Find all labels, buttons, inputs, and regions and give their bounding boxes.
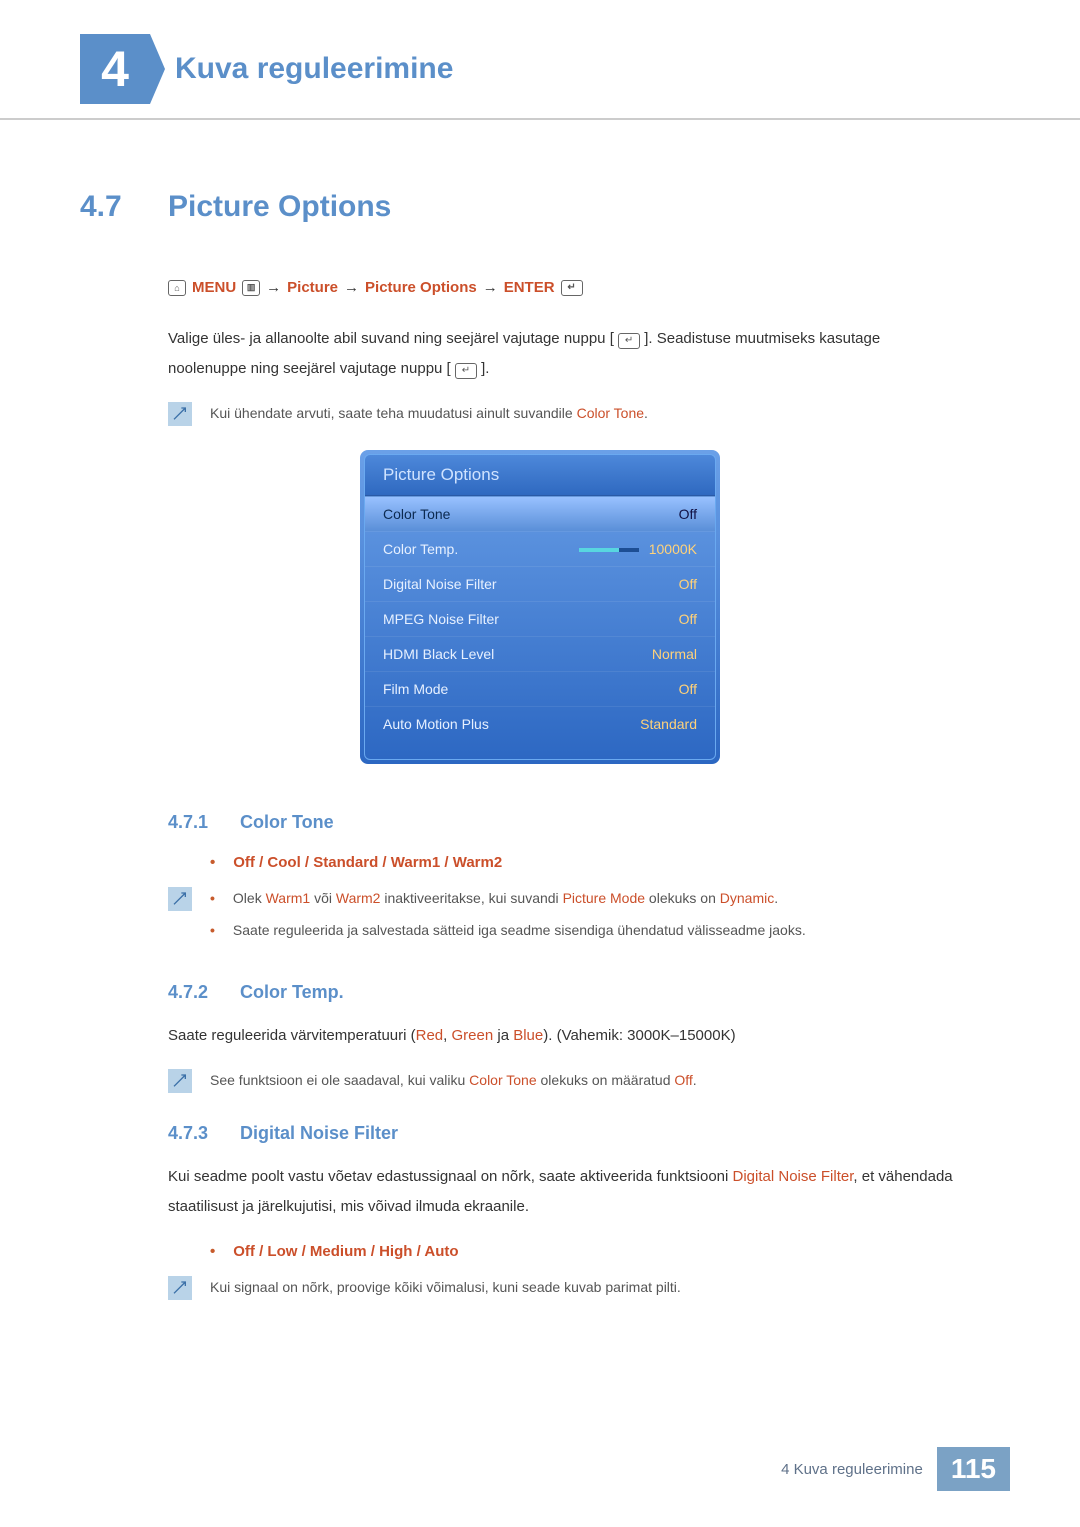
nav-picture-label: Picture xyxy=(287,279,338,296)
subsection-title: Color Temp. xyxy=(240,982,344,1003)
note-block: Kui ühendate arvuti, saate teha muudatus… xyxy=(168,402,1000,426)
subsection-number: 4.7.1 xyxy=(168,812,218,833)
bullet-icon: • xyxy=(210,919,215,941)
subsection-title: Color Tone xyxy=(240,812,334,833)
nav-picture-options-label: Picture Options xyxy=(365,279,477,296)
osd-row[interactable]: Color Tone Off xyxy=(365,496,715,531)
enter-icon: ↵ xyxy=(618,333,640,349)
body-paragraph: Kui seadme poolt vastu võetav edastussig… xyxy=(168,1162,1000,1222)
bullet-icon: • xyxy=(210,887,215,909)
osd-row-value: Off xyxy=(679,611,697,627)
note-text: See funktsioon ei ole saadaval, kui vali… xyxy=(210,1069,1000,1093)
intro-paragraph: Valige üles- ja allanoolte abil suvand n… xyxy=(168,324,1000,384)
note-block: Kui signaal on nõrk, proovige kõiki võim… xyxy=(168,1276,1000,1300)
osd-footer-spacer xyxy=(365,741,715,759)
section-number: 4.7 xyxy=(80,190,140,224)
footer-chapter-label: 4 Kuva reguleerimine xyxy=(781,1461,923,1478)
intro-text: ]. Seadistuse muutmiseks kasutage xyxy=(644,330,880,347)
osd-row-label: Film Mode xyxy=(383,681,448,697)
options-line: Off / Cool / Standard / Warm1 / Warm2 xyxy=(233,851,502,875)
osd-row[interactable]: MPEG Noise Filter Off xyxy=(365,601,715,636)
nav-arrow: → xyxy=(266,279,281,296)
osd-row-value: Standard xyxy=(640,716,697,732)
osd-row-value: Off xyxy=(679,681,697,697)
note-icon xyxy=(168,1276,192,1300)
subsection-heading-dnf: 4.7.3 Digital Noise Filter xyxy=(168,1123,1000,1144)
osd-slider[interactable] xyxy=(579,548,639,552)
menu-grid-icon: ▥ xyxy=(242,280,260,296)
page-number: 115 xyxy=(937,1447,1010,1491)
page-content: 4.7 Picture Options ⌂ MENU ▥ → Picture →… xyxy=(0,120,1080,1300)
osd-row-value: Off xyxy=(679,576,697,592)
subsection-number: 4.7.2 xyxy=(168,982,218,1003)
nav-menu-label: MENU xyxy=(192,279,236,296)
body-paragraph: Saate reguleerida värvitemperatuuri (Red… xyxy=(168,1021,1000,1051)
page-footer: 4 Kuva reguleerimine 115 xyxy=(781,1447,1010,1491)
note-icon xyxy=(168,887,192,911)
intro-text: Valige üles- ja allanoolte abil suvand n… xyxy=(168,330,614,347)
osd-row-label: Digital Noise Filter xyxy=(383,576,497,592)
note-text: Kui ühendate arvuti, saate teha muudatus… xyxy=(210,402,1000,426)
osd-row[interactable]: Digital Noise Filter Off xyxy=(365,566,715,601)
osd-row-label: HDMI Black Level xyxy=(383,646,494,662)
note-text: Kui signaal on nõrk, proovige kõiki võim… xyxy=(210,1276,1000,1300)
osd-row-value: Off xyxy=(679,506,697,522)
intro-text: noolenuppe ning seejärel vajutage nuppu … xyxy=(168,360,451,377)
nav-arrow: → xyxy=(344,279,359,296)
nav-enter-label: ENTER xyxy=(504,279,555,296)
enter-icon: ↵ xyxy=(561,280,583,296)
osd-inner: Picture Options Color Tone Off Color Temp.… xyxy=(364,454,716,760)
menu-navigation-path: ⌂ MENU ▥ → Picture → Picture Options → E… xyxy=(168,279,1000,296)
page-header: 4 Kuva reguleerimine xyxy=(0,0,1080,120)
bullet-icon: • xyxy=(210,1240,215,1264)
note-block: See funktsioon ei ole saadaval, kui vali… xyxy=(168,1069,1000,1093)
note-text: Saate reguleerida ja salvestada sätteid … xyxy=(233,919,806,941)
osd-row-value: 10000K xyxy=(579,541,697,557)
subsection-heading-color-tone: 4.7.1 Color Tone xyxy=(168,812,1000,833)
section-title: Picture Options xyxy=(168,190,391,224)
subsection-title: Digital Noise Filter xyxy=(240,1123,398,1144)
note-block: • Olek Warm1 või Warm2 inaktiveeritakse,… xyxy=(168,887,1000,952)
subsection-number: 4.7.3 xyxy=(168,1123,218,1144)
osd-row[interactable]: Film Mode Off xyxy=(365,671,715,706)
intro-text: ]. xyxy=(481,360,489,377)
osd-row-label: Color Tone xyxy=(383,506,450,522)
enter-icon: ↵ xyxy=(455,363,477,379)
subsection-heading-color-temp: 4.7.2 Color Temp. xyxy=(168,982,1000,1003)
chapter-number-badge: 4 xyxy=(80,34,150,104)
chapter-title: Kuva reguleerimine xyxy=(175,52,453,86)
section-heading: 4.7 Picture Options xyxy=(80,190,1000,224)
note-icon xyxy=(168,402,192,426)
osd-menu: Picture Options Color Tone Off Color Temp.… xyxy=(360,450,720,764)
note-icon xyxy=(168,1069,192,1093)
remote-icon: ⌂ xyxy=(168,280,186,296)
osd-row[interactable]: Auto Motion Plus Standard xyxy=(365,706,715,741)
osd-title: Picture Options xyxy=(365,455,715,496)
osd-row-label: Auto Motion Plus xyxy=(383,716,489,732)
nav-arrow: → xyxy=(483,279,498,296)
option-list: • Off / Low / Medium / High / Auto xyxy=(210,1240,1000,1264)
bullet-icon: • xyxy=(210,851,215,875)
osd-row[interactable]: HDMI Black Level Normal xyxy=(365,636,715,671)
osd-row[interactable]: Color Temp. 10000K xyxy=(365,531,715,566)
osd-row-label: MPEG Noise Filter xyxy=(383,611,499,627)
osd-row-label: Color Temp. xyxy=(383,541,458,557)
option-list: • Off / Cool / Standard / Warm1 / Warm2 xyxy=(210,851,1000,875)
osd-row-value: Normal xyxy=(652,646,697,662)
note-text: Olek Warm1 või Warm2 inaktiveeritakse, k… xyxy=(233,887,778,909)
options-line: Off / Low / Medium / High / Auto xyxy=(233,1240,458,1264)
